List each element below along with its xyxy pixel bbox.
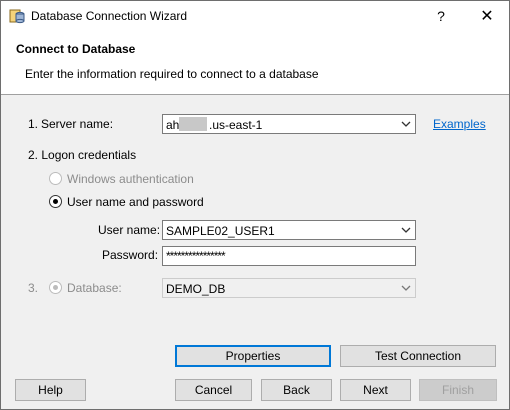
database-number: 3. [28, 281, 39, 295]
chevron-down-icon[interactable] [400, 224, 412, 236]
window-title: Database Connection Wizard [31, 9, 188, 23]
chevron-down-icon[interactable] [400, 118, 412, 130]
server-name-combo[interactable]: ah9 .us-east-1 [162, 114, 416, 134]
username-combo[interactable]: SAMPLE02_USER1 [162, 220, 416, 240]
server-name-label: Server name: [41, 117, 114, 131]
radio-selected-dot [53, 199, 58, 204]
page-subtitle: Enter the information required to connec… [25, 67, 319, 81]
userpass-radio[interactable] [49, 195, 62, 208]
password-field[interactable]: **************** [162, 246, 416, 266]
server-name-suffix: .us-east-1 [209, 118, 263, 132]
windows-auth-label[interactable]: Windows authentication [67, 172, 194, 186]
username-label: User name: [98, 223, 161, 237]
database-wizard-icon [9, 9, 25, 24]
database-connection-wizard-window: Database Connection Wizard ? ✕ Connect t… [0, 0, 510, 410]
database-radio[interactable] [49, 281, 62, 294]
password-value: **************** [166, 249, 226, 263]
cancel-button[interactable]: Cancel [175, 379, 252, 401]
username-value: SAMPLE02_USER1 [166, 224, 275, 238]
radio-selected-dot [53, 285, 58, 290]
password-label: Password: [102, 248, 159, 262]
next-button[interactable]: Next [340, 379, 411, 401]
title-help-button[interactable]: ? [421, 1, 461, 32]
database-value: DEMO_DB [166, 282, 226, 296]
back-button[interactable]: Back [261, 379, 332, 401]
database-label: Database: [67, 281, 122, 295]
test-connection-button[interactable]: Test Connection [340, 345, 496, 367]
server-number: 1. [28, 117, 39, 131]
help-button[interactable]: Help [15, 379, 86, 401]
wizard-header: Connect to Database Enter the informatio… [1, 32, 509, 95]
redacted-block [179, 117, 207, 131]
userpass-label[interactable]: User name and password [67, 195, 204, 209]
properties-button[interactable]: Properties [175, 345, 331, 367]
logon-credentials-label: 2. Logon credentials [28, 148, 137, 162]
finish-button[interactable]: Finish [419, 379, 497, 401]
title-bar: Database Connection Wizard ? ✕ [1, 1, 509, 32]
windows-auth-radio[interactable] [49, 172, 62, 185]
page-title: Connect to Database [16, 42, 136, 56]
chevron-down-icon[interactable] [400, 282, 412, 294]
database-combo[interactable]: DEMO_DB [162, 278, 416, 298]
examples-link[interactable]: Examples [433, 117, 486, 131]
close-button[interactable]: ✕ [467, 1, 507, 32]
